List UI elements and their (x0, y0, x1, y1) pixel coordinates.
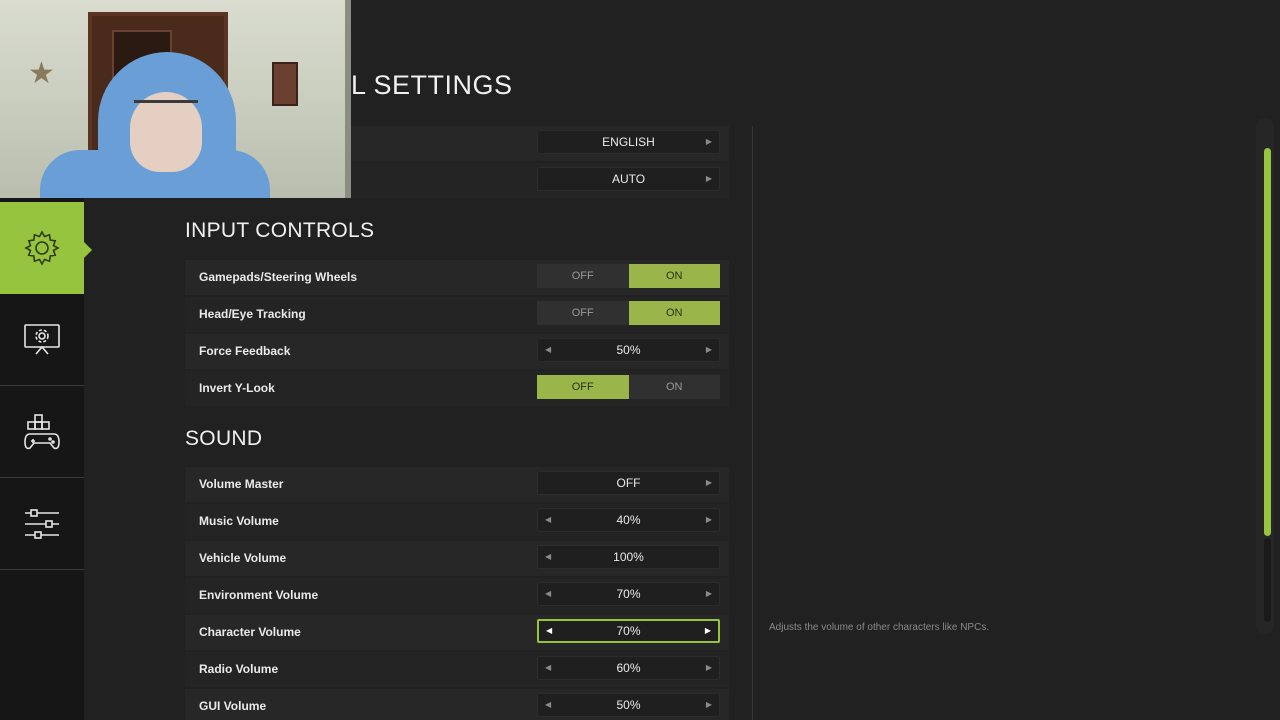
arrow-right-icon[interactable]: ▶ (706, 657, 712, 679)
radio-volume-value: 60% (616, 661, 641, 675)
sidebar-item-display[interactable] (0, 294, 84, 386)
sliders-icon (25, 508, 59, 539)
language-selector[interactable]: ENGLISH ▶ (537, 130, 720, 154)
environment-volume-label: Environment Volume (199, 588, 319, 602)
environment-volume-selector[interactable]: ◀ 70% ▶ (537, 582, 720, 606)
gamepads-toggle[interactable]: OFF ON (537, 264, 720, 288)
arrow-right-icon[interactable]: ▶ (706, 583, 712, 605)
volume-master-label: Volume Master (199, 477, 284, 491)
vehicle-volume-label: Vehicle Volume (199, 551, 287, 565)
arrow-right-icon[interactable]: ▶ (706, 472, 712, 494)
gamepads-label: Gamepads/Steering Wheels (199, 270, 358, 284)
arrow-left-icon[interactable]: ◀ (545, 339, 551, 361)
arrow-left-icon[interactable]: ◀ (545, 583, 551, 605)
scrollbar-remaining (1264, 538, 1271, 622)
webcam-overlay: ★ (0, 0, 351, 198)
auto-selector[interactable]: AUTO ▶ (537, 167, 720, 191)
setting-description: Adjusts the volume of other characters l… (769, 622, 990, 633)
settings-row-volume-master: Volume Master OFF ▶ (185, 467, 729, 502)
settings-row-invert-y: Invert Y-Look OFF ON (185, 371, 729, 406)
volume-master-value: OFF (616, 476, 641, 490)
invert-y-label: Invert Y-Look (199, 381, 275, 395)
settings-row-gui-volume: GUI Volume ◀ 50% ▶ (185, 689, 729, 720)
arrow-right-icon[interactable]: ▶ (705, 621, 711, 641)
character-volume-selector[interactable]: ◀ 70% ▶ (537, 619, 720, 643)
arrow-right-icon[interactable]: ▶ (706, 694, 712, 716)
invert-y-on-option[interactable]: ON (628, 375, 720, 399)
vehicle-volume-selector[interactable]: ◀ 100% (537, 545, 720, 569)
panel-divider (752, 126, 753, 720)
settings-row-force-feedback: Force Feedback ◀ 50% ▶ (185, 334, 729, 369)
sidebar-item-controls[interactable] (0, 386, 84, 478)
page-title: L SETTINGS (351, 70, 513, 100)
settings-row-environment-volume: Environment Volume ◀ 70% ▶ (185, 578, 729, 613)
section-title-sound: SOUND (185, 427, 263, 450)
music-volume-selector[interactable]: ◀ 40% ▶ (537, 508, 720, 532)
arrow-right-icon[interactable]: ▶ (706, 168, 712, 190)
webcam-wall-frame (272, 62, 298, 106)
webcam-person-glasses (134, 100, 198, 114)
arrow-left-icon[interactable]: ◀ (545, 509, 551, 531)
vehicle-volume-value: 100% (613, 550, 644, 564)
arrow-right-icon[interactable]: ▶ (706, 339, 712, 361)
sidebar (0, 198, 92, 720)
webcam-edge (345, 0, 351, 198)
gamepads-on-option[interactable]: ON (628, 264, 720, 288)
settings-row-vehicle-volume: Vehicle Volume ◀ 100% (185, 541, 729, 576)
head-eye-off-option[interactable]: OFF (537, 301, 629, 325)
character-volume-value: 70% (616, 624, 641, 638)
force-feedback-value: 50% (616, 343, 641, 357)
force-feedback-selector[interactable]: ◀ 50% ▶ (537, 338, 720, 362)
arrow-left-icon[interactable]: ◀ (545, 694, 551, 716)
arrow-right-icon[interactable]: ▶ (706, 131, 712, 153)
auto-value: AUTO (611, 172, 646, 186)
gamepads-off-option[interactable]: OFF (537, 264, 629, 288)
arrow-left-icon[interactable]: ◀ (545, 657, 551, 679)
gui-volume-label: GUI Volume (199, 699, 267, 713)
settings-row-head-eye: Head/Eye Tracking OFF ON (185, 297, 729, 332)
sidebar-item-general[interactable] (0, 202, 92, 294)
settings-row-gamepads: Gamepads/Steering Wheels OFF ON (185, 260, 729, 295)
settings-row-radio-volume: Radio Volume ◀ 60% ▶ (185, 652, 729, 687)
gamepad-keys-icon (24, 413, 60, 449)
section-title-input-controls: INPUT CONTROLS (185, 219, 375, 242)
radio-volume-label: Radio Volume (199, 662, 279, 676)
gear-icon (24, 230, 60, 266)
gui-volume-selector[interactable]: ◀ 50% ▶ (537, 693, 720, 717)
head-eye-on-option[interactable]: ON (628, 301, 720, 325)
settings-row-auto: AUTO ▶ (351, 163, 729, 198)
invert-y-off-option[interactable]: OFF (537, 375, 629, 399)
arrow-right-icon[interactable]: ▶ (706, 509, 712, 531)
head-eye-toggle[interactable]: OFF ON (537, 301, 720, 325)
settings-row-music-volume: Music Volume ◀ 40% ▶ (185, 504, 729, 539)
environment-volume-value: 70% (616, 587, 641, 601)
force-feedback-label: Force Feedback (199, 344, 291, 358)
monitor-gear-icon (24, 323, 60, 355)
invert-y-toggle[interactable]: OFF ON (537, 375, 720, 399)
arrow-left-icon[interactable]: ◀ (546, 621, 552, 641)
sidebar-item-audio[interactable] (0, 478, 84, 570)
music-volume-label: Music Volume (199, 514, 279, 528)
scrollbar-thumb[interactable] (1264, 148, 1271, 536)
wall-star-decoration: ★ (28, 57, 55, 90)
gui-volume-value: 50% (616, 698, 641, 712)
settings-row-character-volume: Character Volume ◀ 70% ▶ (185, 615, 729, 650)
radio-volume-selector[interactable]: ◀ 60% ▶ (537, 656, 720, 680)
settings-row-language: ENGLISH ▶ (351, 126, 729, 161)
language-value: ENGLISH (602, 135, 655, 149)
volume-master-selector[interactable]: OFF ▶ (537, 471, 720, 495)
character-volume-label: Character Volume (199, 625, 301, 639)
head-eye-label: Head/Eye Tracking (199, 307, 306, 321)
arrow-left-icon[interactable]: ◀ (545, 546, 551, 568)
music-volume-value: 40% (616, 513, 641, 527)
